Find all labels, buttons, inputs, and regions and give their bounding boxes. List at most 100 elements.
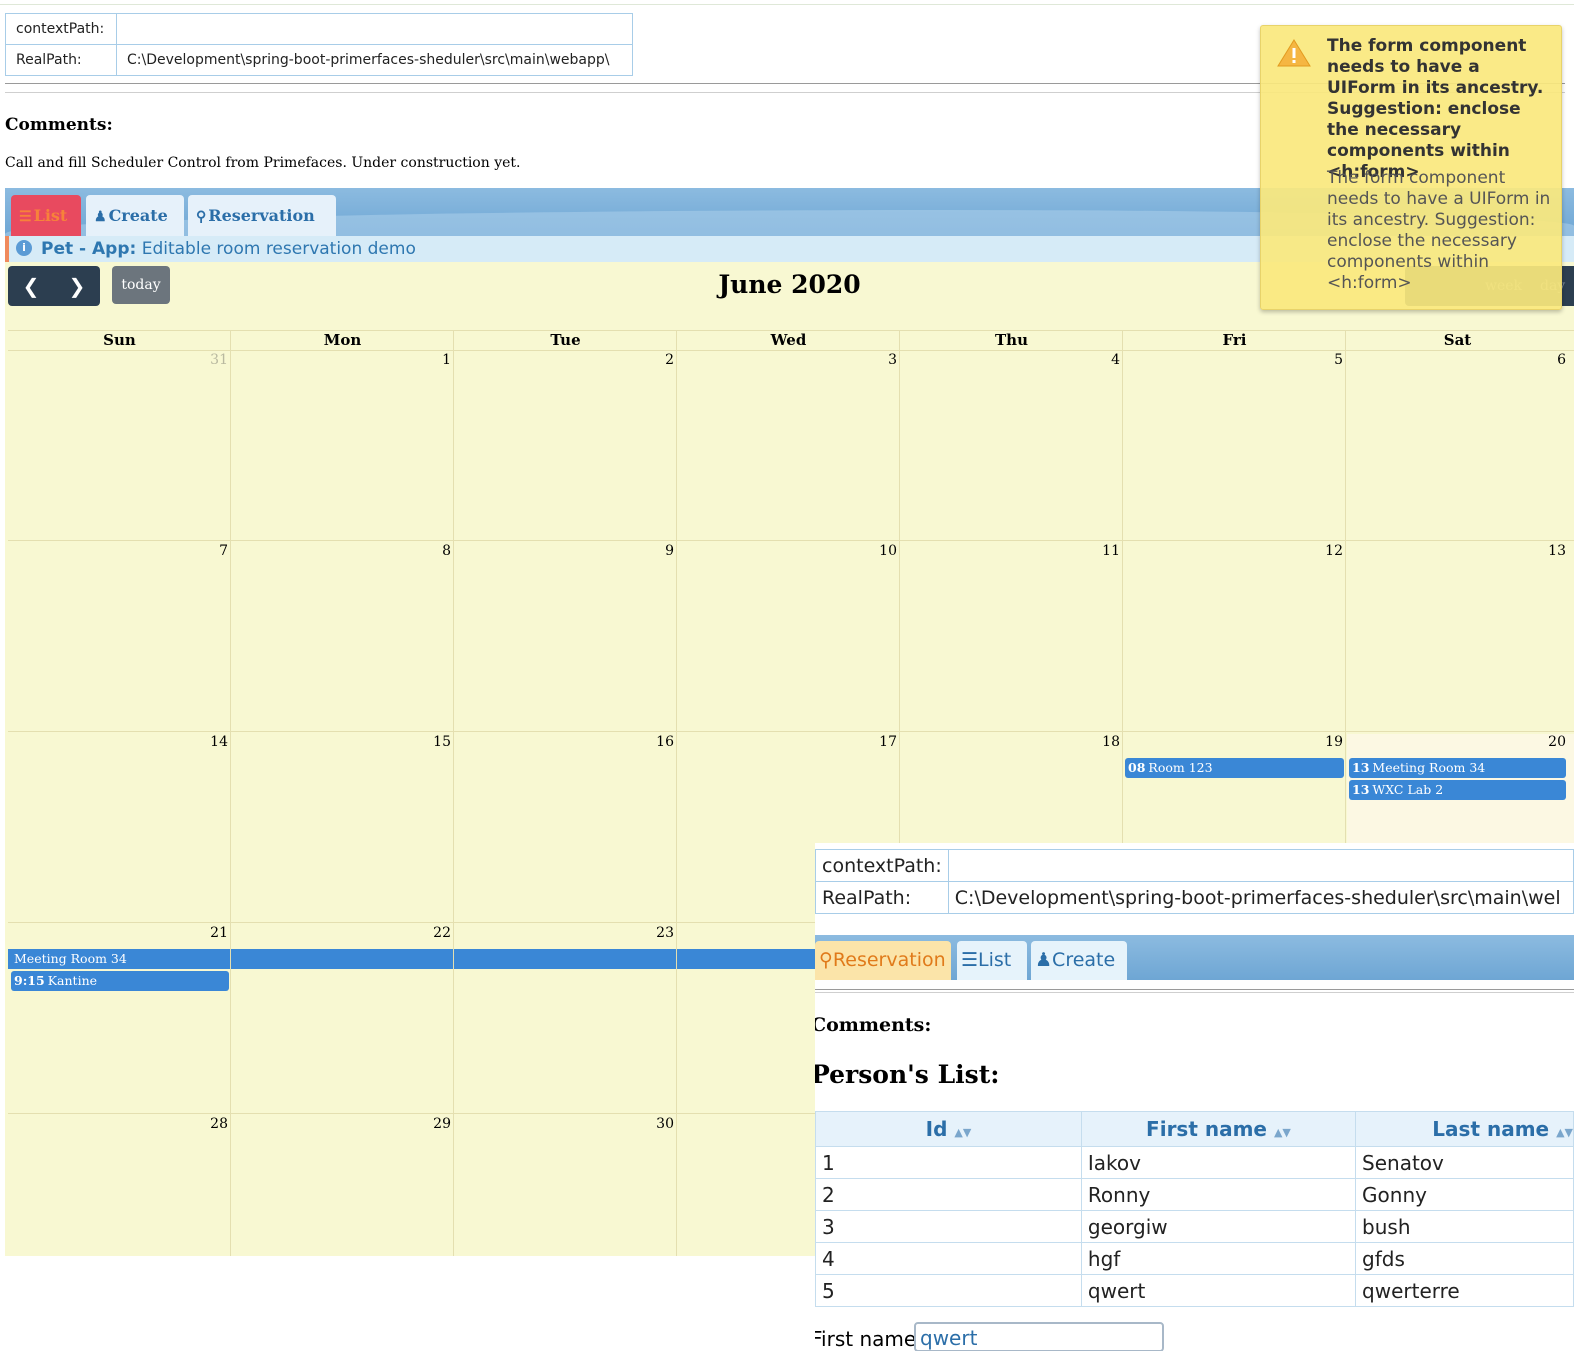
list-icon: ☰ [19, 209, 32, 225]
day-name: Wed [770, 331, 807, 349]
overlay-window: contextPath: RealPath: C:\Development\spr… [815, 843, 1574, 1351]
table-row[interactable]: 3 georgiw bush [815, 1210, 1574, 1243]
tab-reservation[interactable]: ⚲Reservation [188, 195, 336, 236]
info-icon: i [16, 240, 32, 256]
calendar-event[interactable]: Meeting Room 34 [8, 949, 818, 969]
day-number[interactable]: 11 [1080, 543, 1120, 559]
day-name: Mon [323, 331, 362, 349]
sort-icon: ▲▼ [954, 1126, 972, 1139]
day-number[interactable]: 6 [1526, 352, 1566, 368]
day-name: Thu [995, 331, 1028, 349]
day-number[interactable]: 15 [411, 734, 451, 750]
day-number[interactable]: 31 [188, 352, 228, 368]
tab-list[interactable]: ☰List [11, 195, 81, 236]
day-number[interactable]: 1 [411, 352, 451, 368]
table-row[interactable]: 5 qwert qwerterre [815, 1274, 1574, 1307]
search-icon: ⚲ [196, 209, 207, 225]
tab-bar: ⚲Reservation ☰List ♟Create [815, 935, 1574, 980]
day-number[interactable]: 22 [411, 925, 451, 941]
day-number[interactable]: 21 [188, 925, 228, 941]
grid-line [230, 330, 231, 1256]
tab-create[interactable]: ♟Create [1031, 941, 1127, 980]
calendar-event[interactable]: 08 Room 123 [1125, 758, 1344, 778]
day-number[interactable]: 17 [857, 734, 897, 750]
calendar-event[interactable]: 13 Meeting Room 34 [1349, 758, 1566, 778]
table-row[interactable]: 1 Iakov Senatov [815, 1146, 1574, 1179]
day-number[interactable]: 28 [188, 1116, 228, 1132]
tab-reservation-label: Reservation [208, 206, 315, 225]
day-number[interactable]: 19 [1303, 734, 1343, 750]
info-table: contextPath: RealPath: C:\Development\spr… [5, 13, 633, 76]
toast-summary: The form component needs to have a UIFor… [1327, 36, 1544, 182]
day-number[interactable]: 5 [1303, 352, 1343, 368]
table-row[interactable]: 2 Ronny Gonny [815, 1178, 1574, 1211]
message-text: Editable room reservation demo [141, 239, 416, 259]
tab-list[interactable]: ☰List [957, 941, 1027, 980]
day-number[interactable]: 13 [1526, 543, 1566, 559]
day-name: Fri [1222, 331, 1247, 349]
column-id[interactable]: Id ▲▼ [815, 1111, 1082, 1147]
person-list-title: Person's List: [815, 1060, 1000, 1089]
day-number[interactable]: 12 [1303, 543, 1343, 559]
column-last-name[interactable]: Last name ▲▼ [1355, 1111, 1574, 1147]
day-number[interactable]: 29 [411, 1116, 451, 1132]
grid-line [453, 330, 454, 1256]
search-icon: ⚲ [819, 949, 833, 971]
tab-reservation-label: Reservation [832, 949, 946, 971]
context-path-label: contextPath: [5, 13, 117, 45]
day-number[interactable]: 3 [857, 352, 897, 368]
comments-heading: Comments: [5, 115, 113, 135]
user-plus-icon: ♟ [94, 209, 107, 225]
tab-create[interactable]: ♟Create [86, 195, 184, 236]
message-title: Pet - App: [41, 239, 137, 259]
comments-heading: Comments: [815, 1014, 932, 1036]
day-number[interactable]: 2 [634, 352, 674, 368]
day-number[interactable]: 8 [411, 543, 451, 559]
day-number[interactable]: 10 [857, 543, 897, 559]
list-icon: ☰ [961, 949, 979, 971]
grid-line [676, 330, 677, 1256]
top-border [0, 0, 1574, 5]
tab-list-label: List [978, 949, 1012, 971]
warning-toast[interactable]: The form component needs to have a UIFor… [1260, 25, 1562, 310]
context-path-value [116, 13, 633, 45]
toast-detail: The form component needs to have a UIFor… [1327, 168, 1551, 293]
day-header-row: Sun Mon Tue Wed Thu Fri Sat [8, 330, 1574, 351]
user-plus-icon: ♟ [1035, 949, 1053, 971]
grid-line [8, 540, 1574, 541]
tab-list-label: List [33, 206, 68, 225]
first-name-input[interactable]: qwert [914, 1322, 1164, 1351]
person-table: Id ▲▼ First name ▲▼ Last name ▲▼ 1 Iakov S… [815, 1111, 1574, 1307]
real-path-value: C:\Development\spring-boot-primerfaces-s… [116, 44, 633, 76]
day-name: Sun [103, 331, 136, 349]
calendar-event[interactable]: 9:15 Kantine [11, 971, 229, 991]
day-number[interactable]: 4 [1080, 352, 1120, 368]
day-number[interactable]: 14 [188, 734, 228, 750]
day-number[interactable]: 7 [188, 543, 228, 559]
info-table: contextPath: RealPath: C:\Development\spr… [815, 849, 1574, 914]
tab-create-label: Create [1052, 949, 1116, 971]
real-path-value: C:\Development\spring-boot-primerfaces-s… [947, 881, 1574, 914]
grid-line [8, 731, 1574, 732]
day-number[interactable]: 30 [634, 1116, 674, 1132]
table-row[interactable]: 4 hgf gfds [815, 1242, 1574, 1275]
tab-create-label: Create [108, 206, 168, 225]
day-number[interactable]: 18 [1080, 734, 1120, 750]
context-path-value [947, 849, 1574, 882]
calendar-event[interactable]: 13 WXC Lab 2 [1349, 780, 1566, 800]
day-name: Tue [550, 331, 581, 349]
column-first-name[interactable]: First name ▲▼ [1080, 1111, 1357, 1147]
day-number[interactable]: 20 [1526, 734, 1566, 750]
sort-icon: ▲▼ [1273, 1126, 1291, 1139]
warning-icon [1277, 39, 1311, 67]
context-path-label: contextPath: [815, 849, 949, 882]
day-number[interactable]: 23 [634, 925, 674, 941]
day-number[interactable]: 16 [634, 734, 674, 750]
divider [815, 989, 1574, 993]
real-path-label: RealPath: [815, 881, 949, 914]
sort-icon: ▲▼ [1556, 1126, 1573, 1139]
first-name-label: First name [815, 1327, 917, 1351]
day-number[interactable]: 9 [634, 543, 674, 559]
page-description: Call and fill Scheduler Control from Pri… [5, 155, 521, 171]
tab-reservation[interactable]: ⚲Reservation [815, 941, 951, 980]
